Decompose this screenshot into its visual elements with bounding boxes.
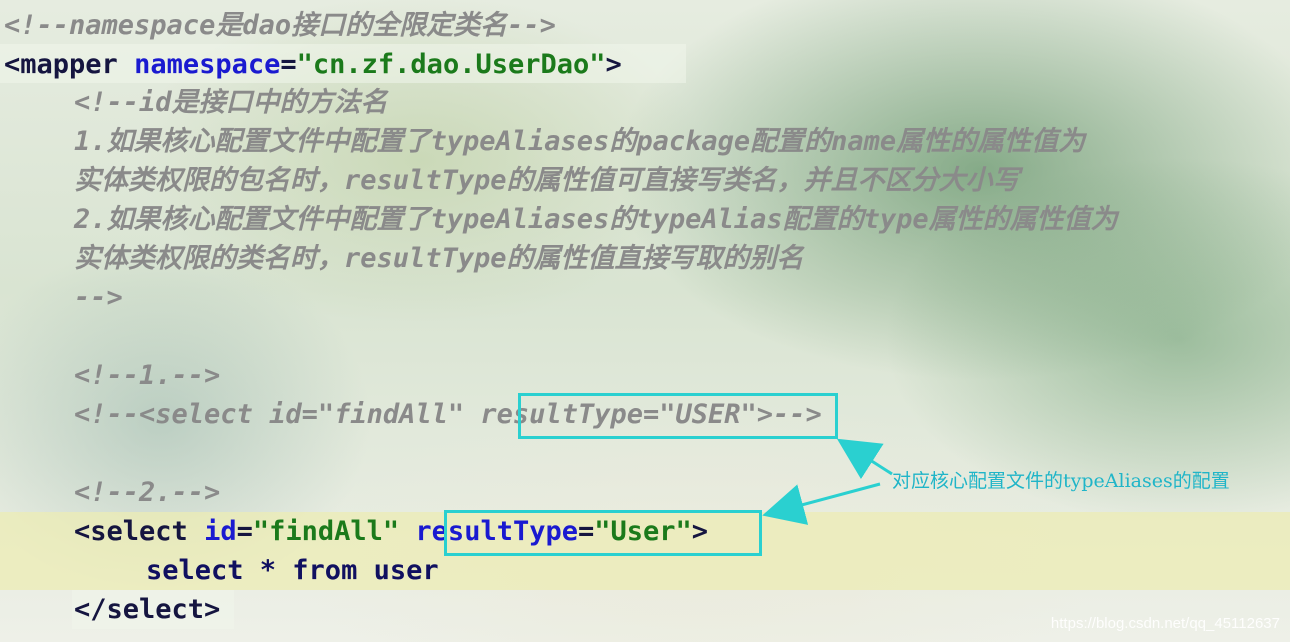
arrow-icons [762,438,893,525]
arrow-to-commented-icon [836,438,893,480]
watermark: https://blog.csdn.net/qq_45112637 [1050,615,1280,632]
arrow-to-active-icon [762,482,881,525]
annotation-note: 对应核心配置文件的typeAliases的配置 [892,470,1230,492]
